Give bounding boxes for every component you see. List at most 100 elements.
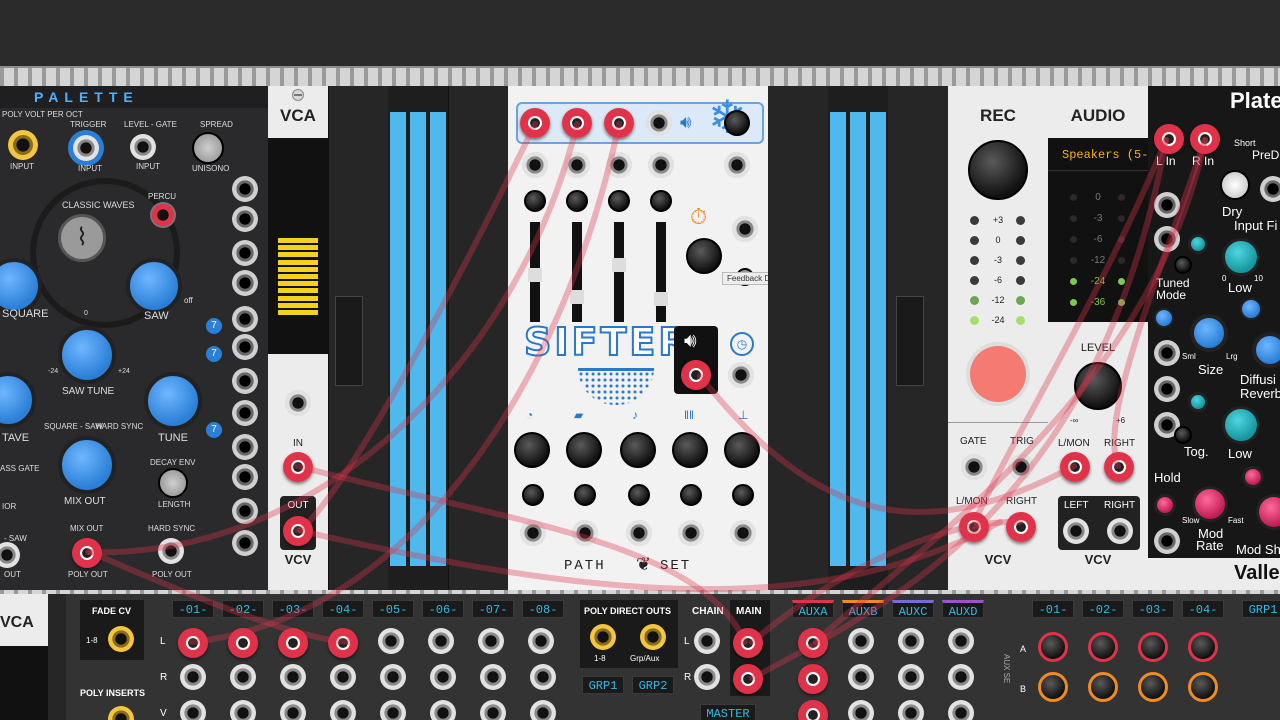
sifter-in-plug-2[interactable] — [562, 108, 592, 138]
plateau-size-knob[interactable] — [1190, 314, 1228, 352]
level-gate-jack[interactable] — [130, 134, 156, 160]
channel-l-input[interactable] — [228, 628, 258, 658]
freeze-knob[interactable] — [724, 110, 750, 136]
sifter-atten-knob-2[interactable] — [574, 484, 596, 506]
audio-in-right-plug[interactable] — [1104, 452, 1134, 482]
sifter-small-knob-3[interactable] — [608, 190, 630, 212]
cv-jack-3[interactable] — [232, 240, 258, 266]
vca-cv-jack[interactable] — [285, 390, 311, 416]
aux-jack[interactable] — [848, 628, 874, 654]
cv-jack-6[interactable] — [232, 334, 258, 360]
channel-v-input[interactable] — [430, 700, 456, 720]
sifter-mod-jack-4[interactable] — [678, 520, 704, 546]
sifter-param-knob-2[interactable] — [566, 432, 602, 468]
saw-out-jack[interactable] — [0, 542, 20, 568]
plateau-pred-jack[interactable] — [1260, 176, 1280, 202]
aux-jack[interactable] — [898, 664, 924, 690]
sifter-cv-jack-1[interactable] — [522, 152, 548, 178]
cv-jack-11[interactable] — [232, 498, 258, 524]
sifter-mod-jack-5[interactable] — [730, 520, 756, 546]
rec-trig-jack[interactable] — [1008, 454, 1034, 480]
chain-l-jack[interactable] — [694, 628, 720, 654]
main-r-plug[interactable] — [733, 664, 763, 694]
sifter-in-plug-1[interactable] — [520, 108, 550, 138]
sifter-small-knob-4[interactable] — [650, 190, 672, 212]
rec-left-plug[interactable] — [959, 512, 989, 542]
mix-out-knob[interactable] — [58, 436, 116, 494]
aux-send-knob[interactable] — [1188, 672, 1218, 702]
channel-v-input[interactable] — [180, 700, 206, 720]
plateau-diffusion-knob[interactable] — [1252, 332, 1280, 368]
sifter-small-knob-1[interactable] — [524, 190, 546, 212]
vca-in-plug[interactable] — [283, 452, 313, 482]
sifter-mod-jack-2[interactable] — [572, 520, 598, 546]
aux-send-knob[interactable] — [1088, 632, 1118, 662]
plateau-lin-plug[interactable] — [1154, 124, 1184, 154]
cv-jack-4[interactable] — [232, 270, 258, 296]
poly-direct-jack-1[interactable] — [590, 624, 616, 650]
wave-select-knob[interactable]: ⌇ — [58, 214, 106, 262]
aux-send-knob[interactable] — [1038, 632, 1068, 662]
channel-l-input[interactable] — [328, 628, 358, 658]
plateau-small-teal-knob[interactable] — [1188, 234, 1208, 254]
plateau-jack-3[interactable] — [1154, 376, 1180, 402]
aux-jack[interactable] — [898, 700, 924, 720]
hard-sync-jack[interactable] — [158, 538, 184, 564]
channel-r-input[interactable] — [480, 664, 506, 690]
sifter-slider-1[interactable] — [528, 222, 542, 322]
sifter-atten-knob-4[interactable] — [680, 484, 702, 506]
plateau-size-atten[interactable] — [1154, 308, 1174, 328]
sifter-clock-out-jack[interactable] — [728, 362, 754, 388]
channel-v-input[interactable] — [530, 700, 556, 720]
cv-jack-12[interactable] — [232, 530, 258, 556]
aux-jack[interactable] — [798, 628, 828, 658]
sifter-param-knob-4[interactable] — [672, 432, 708, 468]
rec-button[interactable] — [970, 346, 1026, 402]
plateau-tuned-switch[interactable] — [1174, 256, 1192, 274]
channel-r-input[interactable] — [280, 664, 306, 690]
plateau-dry-knob[interactable] — [1220, 170, 1250, 200]
plateau-hold-button[interactable] — [1154, 494, 1176, 516]
audio-in-left-plug[interactable] — [1060, 452, 1090, 482]
cv-jack-1[interactable] — [232, 176, 258, 202]
aux-send-knob[interactable] — [1188, 632, 1218, 662]
decay-length-knob[interactable] — [158, 468, 188, 498]
aux-send-knob[interactable] — [1138, 632, 1168, 662]
aux-jack[interactable] — [848, 664, 874, 690]
sifter-slider-2[interactable] — [570, 222, 584, 322]
aux-jack[interactable] — [898, 628, 924, 654]
channel-l-input[interactable] — [428, 628, 454, 654]
channel-r-input[interactable] — [230, 664, 256, 690]
voct-input-jack[interactable] — [8, 130, 38, 160]
vca-out-plug[interactable] — [283, 516, 313, 546]
sifter-clock-jack[interactable] — [732, 216, 758, 242]
rec-gain-knob[interactable] — [968, 140, 1028, 200]
channel-l-input[interactable] — [278, 628, 308, 658]
sifter-atten-knob-1[interactable] — [522, 484, 544, 506]
channel-l-input[interactable] — [528, 628, 554, 654]
plateau-mod-atten[interactable] — [1242, 466, 1264, 488]
aux-jack[interactable] — [948, 700, 974, 720]
cv-jack-8[interactable] — [232, 400, 258, 426]
audio-out-left-jack[interactable] — [1063, 518, 1089, 544]
sifter-atten-knob-3[interactable] — [628, 484, 650, 506]
channel-r-input[interactable] — [530, 664, 556, 690]
channel-v-input[interactable] — [280, 700, 306, 720]
plateau-small-teal-knob-2[interactable] — [1188, 392, 1208, 412]
mix-out-plug[interactable] — [72, 538, 102, 568]
cv-jack-7[interactable] — [232, 368, 258, 394]
fade-cv-jack[interactable] — [108, 626, 134, 652]
main-l-plug[interactable] — [733, 628, 763, 658]
aux-send-knob[interactable] — [1138, 672, 1168, 702]
audio-out-right-jack[interactable] — [1107, 518, 1133, 544]
poly-direct-jack-2[interactable] — [640, 624, 666, 650]
channel-r-input[interactable] — [330, 664, 356, 690]
channel-l-input[interactable] — [178, 628, 208, 658]
plateau-jack-1[interactable] — [1154, 192, 1180, 218]
sifter-atten-knob-5[interactable] — [732, 484, 754, 506]
rec-gate-jack[interactable] — [961, 454, 987, 480]
cv-jack-5[interactable] — [232, 306, 258, 332]
sifter-cv-jack-3[interactable] — [606, 152, 632, 178]
sifter-small-knob-2[interactable] — [566, 190, 588, 212]
sifter-param-knob-5[interactable] — [724, 432, 760, 468]
